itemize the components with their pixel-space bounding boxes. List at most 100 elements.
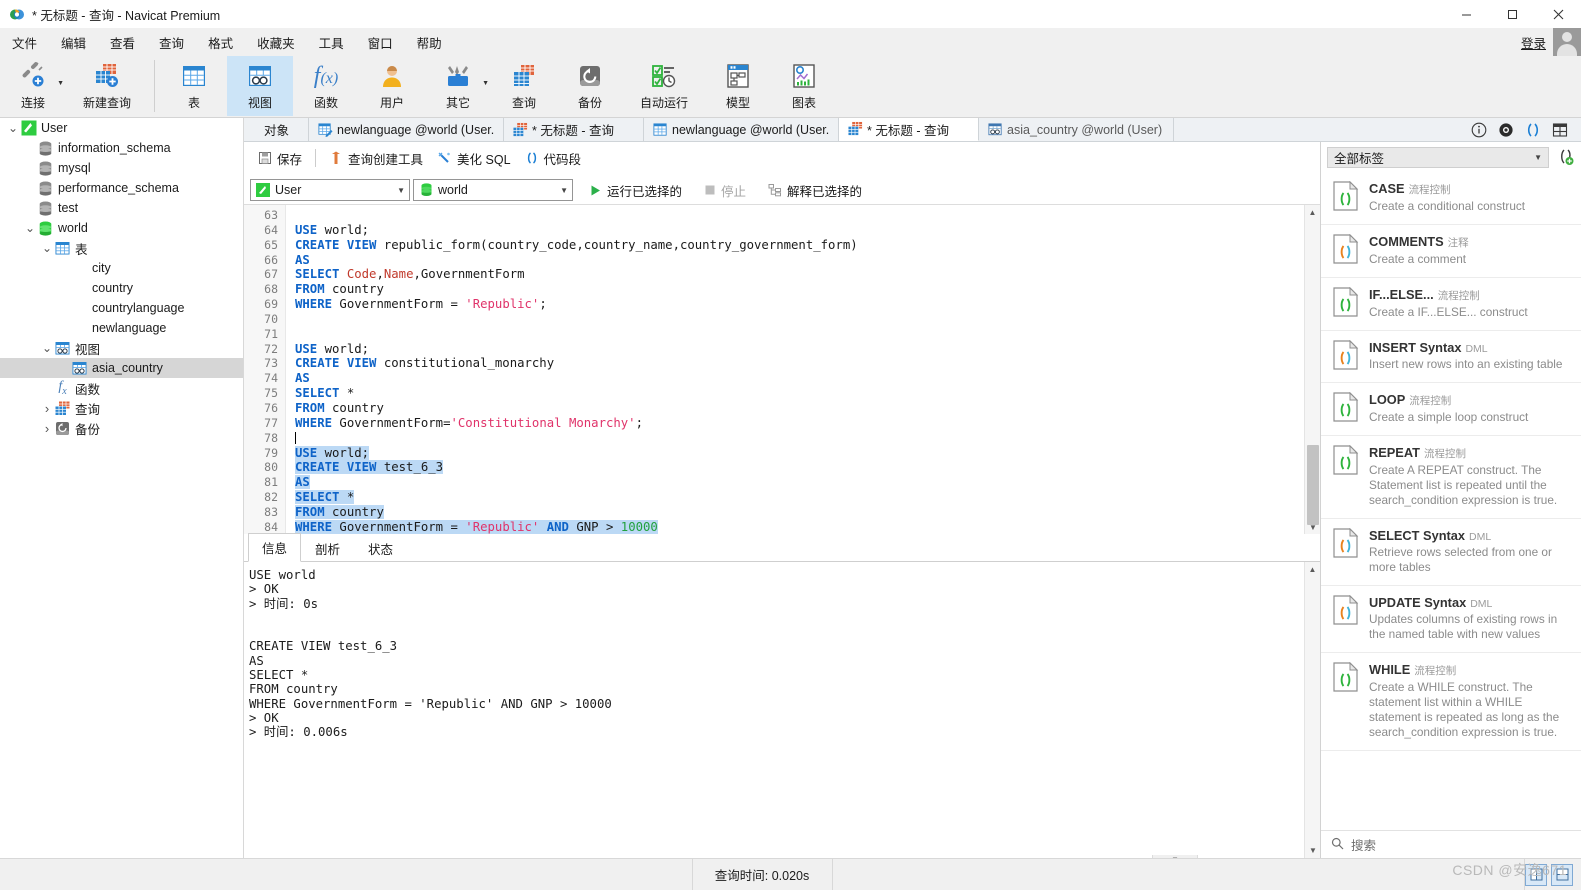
chevron-down-icon[interactable]: ⌄	[40, 341, 54, 355]
split-vertical-button[interactable]	[1551, 863, 1573, 886]
scroll-down-arrow[interactable]: ▼	[1305, 520, 1320, 534]
menu-item-4[interactable]: 格式	[196, 28, 245, 56]
snippet-item[interactable]: COMMENTS 注释 Create a comment	[1321, 225, 1581, 278]
save-button[interactable]: 保存	[251, 146, 309, 170]
tree-item-User[interactable]: ⌄ User	[0, 118, 243, 138]
chevron-down-icon[interactable]: ▼	[482, 80, 489, 87]
snippet-item[interactable]: REPEAT 流程控制 Create A REPEAT construct. The…	[1321, 436, 1581, 519]
scroll-up-arrow[interactable]: ▲	[1305, 205, 1320, 220]
tree-item-countrylanguage[interactable]: countrylanguage	[0, 298, 243, 318]
snippet-button[interactable]: 代码段	[518, 146, 589, 170]
editor-vertical-scrollbar[interactable]: ▲ ▼	[1304, 205, 1320, 534]
menu-item-3[interactable]: 查询	[147, 28, 196, 56]
snippet-item[interactable]: SELECT Syntax DML Retrieve rows selected f…	[1321, 519, 1581, 586]
tree-item-city[interactable]: city	[0, 258, 243, 278]
toolbar-function-button[interactable]: f(x) 函数	[293, 56, 359, 116]
avatar[interactable]	[1553, 28, 1581, 56]
tree-item-information_schema[interactable]: information_schema	[0, 138, 243, 158]
tree-item-[interactable]: › 备份	[0, 418, 243, 438]
editor-tab-0[interactable]: newlanguage @world (User...	[309, 118, 505, 141]
chevron-down-icon[interactable]: ⌄	[40, 241, 54, 255]
grid-icon[interactable]	[1552, 122, 1568, 138]
editor-tab-1[interactable]: * 无标题 - 查询	[504, 118, 645, 141]
editor-tab-3[interactable]: * 无标题 - 查询	[839, 118, 980, 141]
menu-item-2[interactable]: 查看	[98, 28, 147, 56]
snippet-document-icon	[1333, 286, 1359, 317]
result-tab-2[interactable]: 状态	[354, 534, 407, 562]
toolbar-model-button[interactable]: 模型	[705, 56, 771, 116]
chevron-down-icon[interactable]: ⌄	[6, 121, 20, 135]
menu-item-5[interactable]: 收藏夹	[245, 28, 307, 56]
tree-item-[interactable]: ⌄ 表	[0, 238, 243, 258]
database-select[interactable]: world ▼	[413, 179, 573, 201]
editor-tab-4[interactable]: asia_country @world (User) ...	[979, 118, 1175, 141]
chevron-right-icon[interactable]: ›	[40, 421, 54, 436]
line-number: 66	[264, 252, 278, 267]
toolbar-chart-button[interactable]: 图表	[771, 56, 837, 116]
explain-selected-button[interactable]: 解释已选择的	[762, 178, 868, 202]
toolbar-connection-button[interactable]: 连接 ▼	[0, 56, 66, 116]
toolbar-new-query-button[interactable]: 新建查询	[66, 56, 148, 116]
beautify-sql-button[interactable]: 美化 SQL	[430, 146, 518, 170]
snippet-item[interactable]: UPDATE Syntax DML Updates columns of exist…	[1321, 586, 1581, 653]
info-vertical-scrollbar[interactable]: ▲ ▼	[1304, 562, 1320, 858]
code-line: AS	[295, 475, 310, 490]
eye-icon[interactable]	[1498, 122, 1514, 138]
minimize-button[interactable]	[1443, 0, 1489, 28]
sql-code-area[interactable]: USE world; CREATE VIEW republic_form(coun…	[287, 205, 1307, 534]
scroll-down-arrow[interactable]: ▼	[1305, 843, 1320, 858]
stop-button[interactable]: 停止	[698, 178, 752, 202]
menu-item-0[interactable]: 文件	[0, 28, 49, 56]
result-tab-1[interactable]: 剖析	[301, 534, 354, 562]
menu-item-1[interactable]: 编辑	[49, 28, 98, 56]
parentheses-icon[interactable]	[1525, 122, 1541, 138]
scroll-up-arrow[interactable]: ▲	[1305, 562, 1320, 577]
maximize-button[interactable]	[1489, 0, 1535, 28]
sql-editor[interactable]: 63 64 65 66 67 68 69 70 71 72 73 74 75 76 77 78 79 80 81 82…	[244, 204, 1320, 534]
snippet-tag-filter[interactable]: 全部标签 ▼	[1327, 146, 1549, 168]
menu-item-7[interactable]: 窗口	[356, 28, 405, 56]
menu-item-8[interactable]: 帮助	[405, 28, 454, 56]
connection-select[interactable]: User ▼	[250, 179, 410, 201]
toolbar-query-button[interactable]: 查询	[491, 56, 557, 116]
toolbar-backup-button[interactable]: 备份	[557, 56, 623, 116]
tab-objects[interactable]: 对象	[244, 118, 310, 141]
split-horizontal-button[interactable]	[1525, 863, 1547, 886]
editor-tab-2[interactable]: newlanguage @world (User...	[644, 118, 840, 141]
toolbar-view-button[interactable]: 视图	[227, 56, 293, 116]
toolbar-user-button[interactable]: 用户	[359, 56, 425, 116]
tree-item-newlanguage[interactable]: newlanguage	[0, 318, 243, 338]
snippet-item[interactable]: CASE 流程控制 Create a conditional construct	[1321, 172, 1581, 225]
add-snippet-icon[interactable]	[1555, 147, 1575, 167]
tree-item-[interactable]: › 查询	[0, 398, 243, 418]
result-tab-0[interactable]: 信息	[248, 533, 302, 562]
tree-item-[interactable]: ⌄ 视图	[0, 338, 243, 358]
chevron-right-icon[interactable]: ›	[40, 401, 54, 416]
login-link[interactable]: 登录	[1521, 33, 1546, 52]
tree-item-performance_schema[interactable]: performance_schema	[0, 178, 243, 198]
tab-label: newlanguage @world (User...	[337, 122, 495, 137]
tree-item-country[interactable]: country	[0, 278, 243, 298]
scrollbar-thumb[interactable]	[1307, 445, 1319, 525]
toolbar-other-tools-button[interactable]: 其它 ▼	[425, 56, 491, 116]
info-icon[interactable]	[1471, 122, 1487, 138]
snippet-list[interactable]: CASE 流程控制 Create a conditional construct CO…	[1321, 172, 1581, 822]
snippet-item[interactable]: LOOP 流程控制 Create a simple loop construct	[1321, 383, 1581, 436]
chevron-down-icon[interactable]: ▼	[57, 80, 64, 87]
menu-item-6[interactable]: 工具	[307, 28, 356, 56]
tree-item-[interactable]: fx 函数	[0, 378, 243, 398]
tree-item-test[interactable]: test	[0, 198, 243, 218]
close-button[interactable]	[1535, 0, 1581, 28]
tree-item-mysql[interactable]: mysql	[0, 158, 243, 178]
snippet-item[interactable]: INSERT Syntax DML Insert new rows into an …	[1321, 331, 1581, 383]
snippet-item[interactable]: WHILE 流程控制 Create a WHILE construct. The s…	[1321, 653, 1581, 751]
toolbar-automation-button[interactable]: 自动运行	[623, 56, 705, 116]
snippet-item[interactable]: IF...ELSE... 流程控制 Create a IF...ELSE... co…	[1321, 278, 1581, 331]
toolbar-table-button[interactable]: 表	[161, 56, 227, 116]
run-selected-button[interactable]: 运行已选择的	[583, 178, 688, 202]
chevron-down-icon[interactable]: ⌄	[23, 221, 37, 235]
snippet-search[interactable]: 搜索	[1321, 830, 1581, 858]
tree-item-asia_country[interactable]: asia_country	[0, 358, 243, 378]
query-builder-button[interactable]: 查询创建工具	[322, 146, 430, 170]
tree-item-world[interactable]: ⌄ world	[0, 218, 243, 238]
